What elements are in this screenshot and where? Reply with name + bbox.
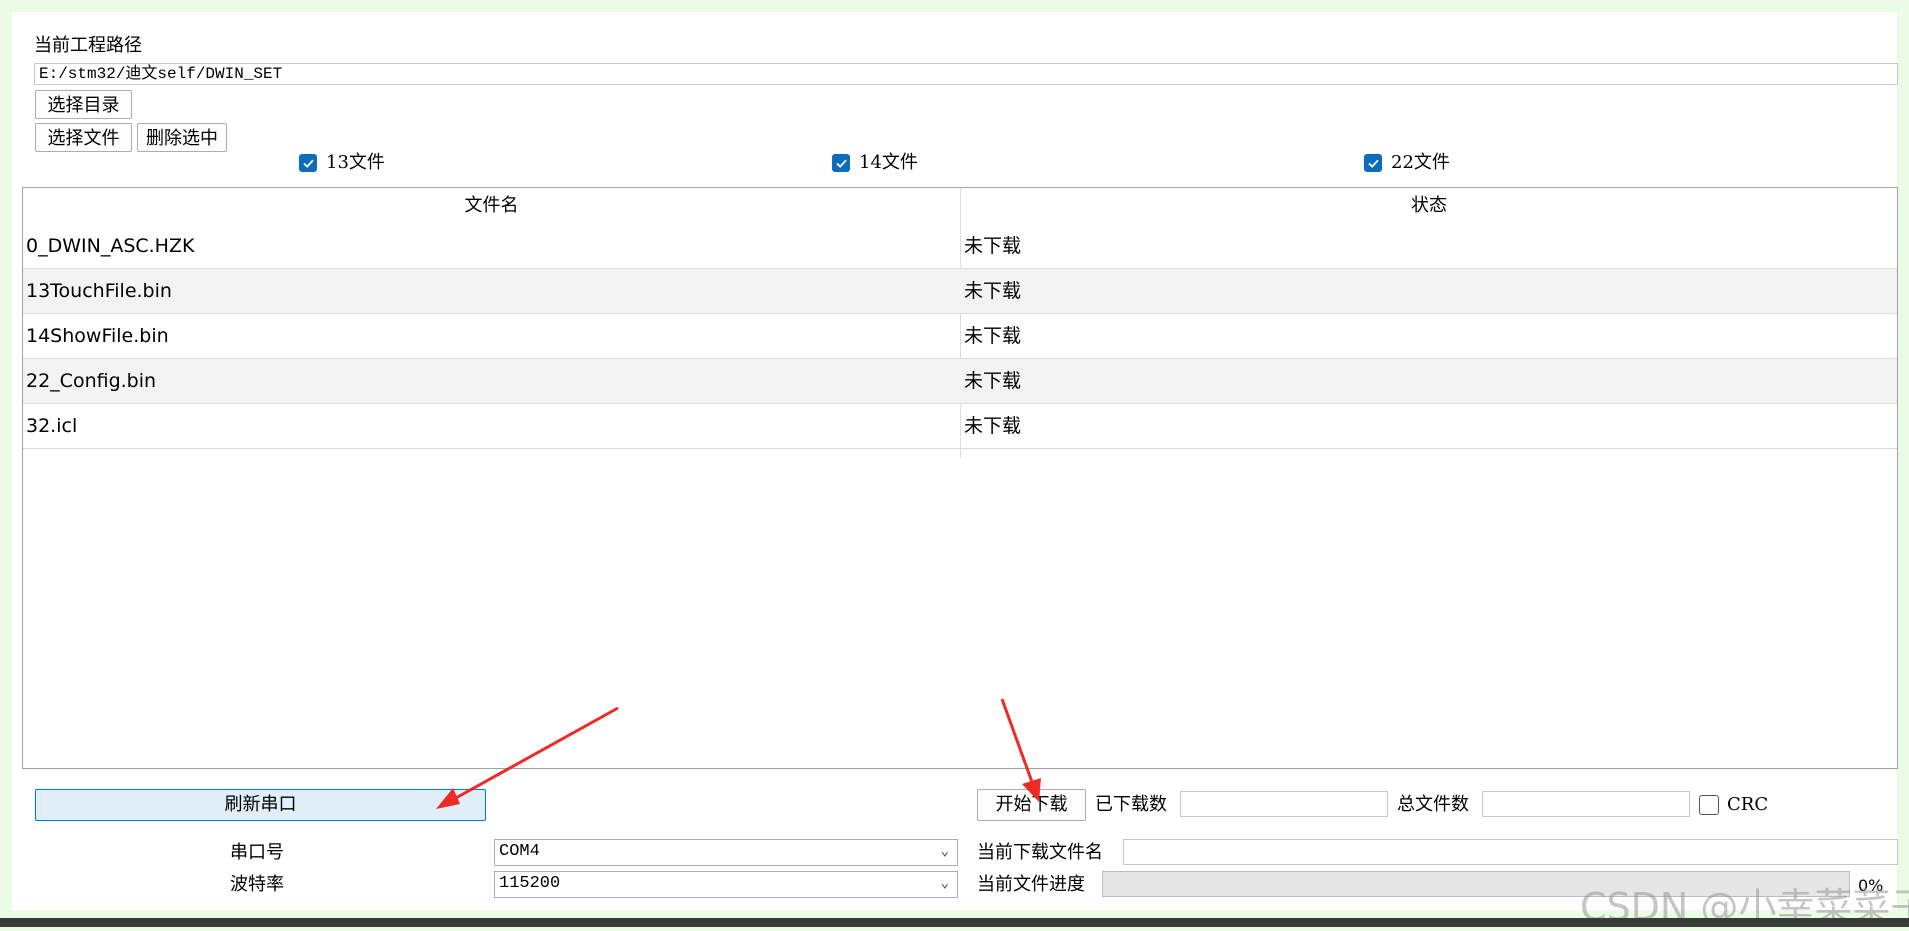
app-window: 当前工程路径 E:/stm32/迪文self/DWIN_SET 选择目录 选择文… xyxy=(12,12,1909,929)
red-arrow-annotation xyxy=(436,706,619,809)
red-arrow-annotation xyxy=(1000,698,1041,802)
taskbar-edge xyxy=(0,918,1909,927)
annotation-arrows xyxy=(436,698,1041,809)
